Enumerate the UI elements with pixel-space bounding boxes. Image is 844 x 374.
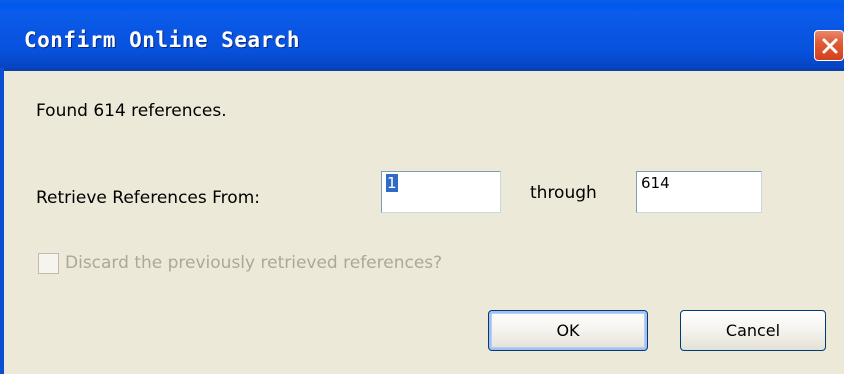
- discard-checkbox-label: Discard the previously retrieved referen…: [65, 253, 443, 273]
- confirm-online-search-dialog: Confirm Online Search Found 614 referenc…: [0, 0, 844, 374]
- from-input-value: 1: [386, 174, 398, 192]
- through-input[interactable]: 614: [636, 171, 762, 213]
- found-message: Found 614 references.: [36, 101, 227, 121]
- title-bar[interactable]: Confirm Online Search: [0, 0, 844, 68]
- from-input[interactable]: 1: [381, 171, 501, 213]
- close-button[interactable]: [814, 30, 844, 61]
- window-title: Confirm Online Search: [24, 28, 301, 52]
- through-label: through: [530, 183, 597, 203]
- title-bar-edge: [0, 68, 844, 71]
- ok-button[interactable]: OK: [488, 310, 648, 351]
- window-left-border: [0, 68, 4, 374]
- discard-checkbox[interactable]: [38, 253, 59, 274]
- retrieve-from-label: Retrieve References From:: [36, 188, 260, 208]
- through-input-value: 614: [641, 174, 670, 192]
- cancel-button[interactable]: Cancel: [680, 310, 826, 351]
